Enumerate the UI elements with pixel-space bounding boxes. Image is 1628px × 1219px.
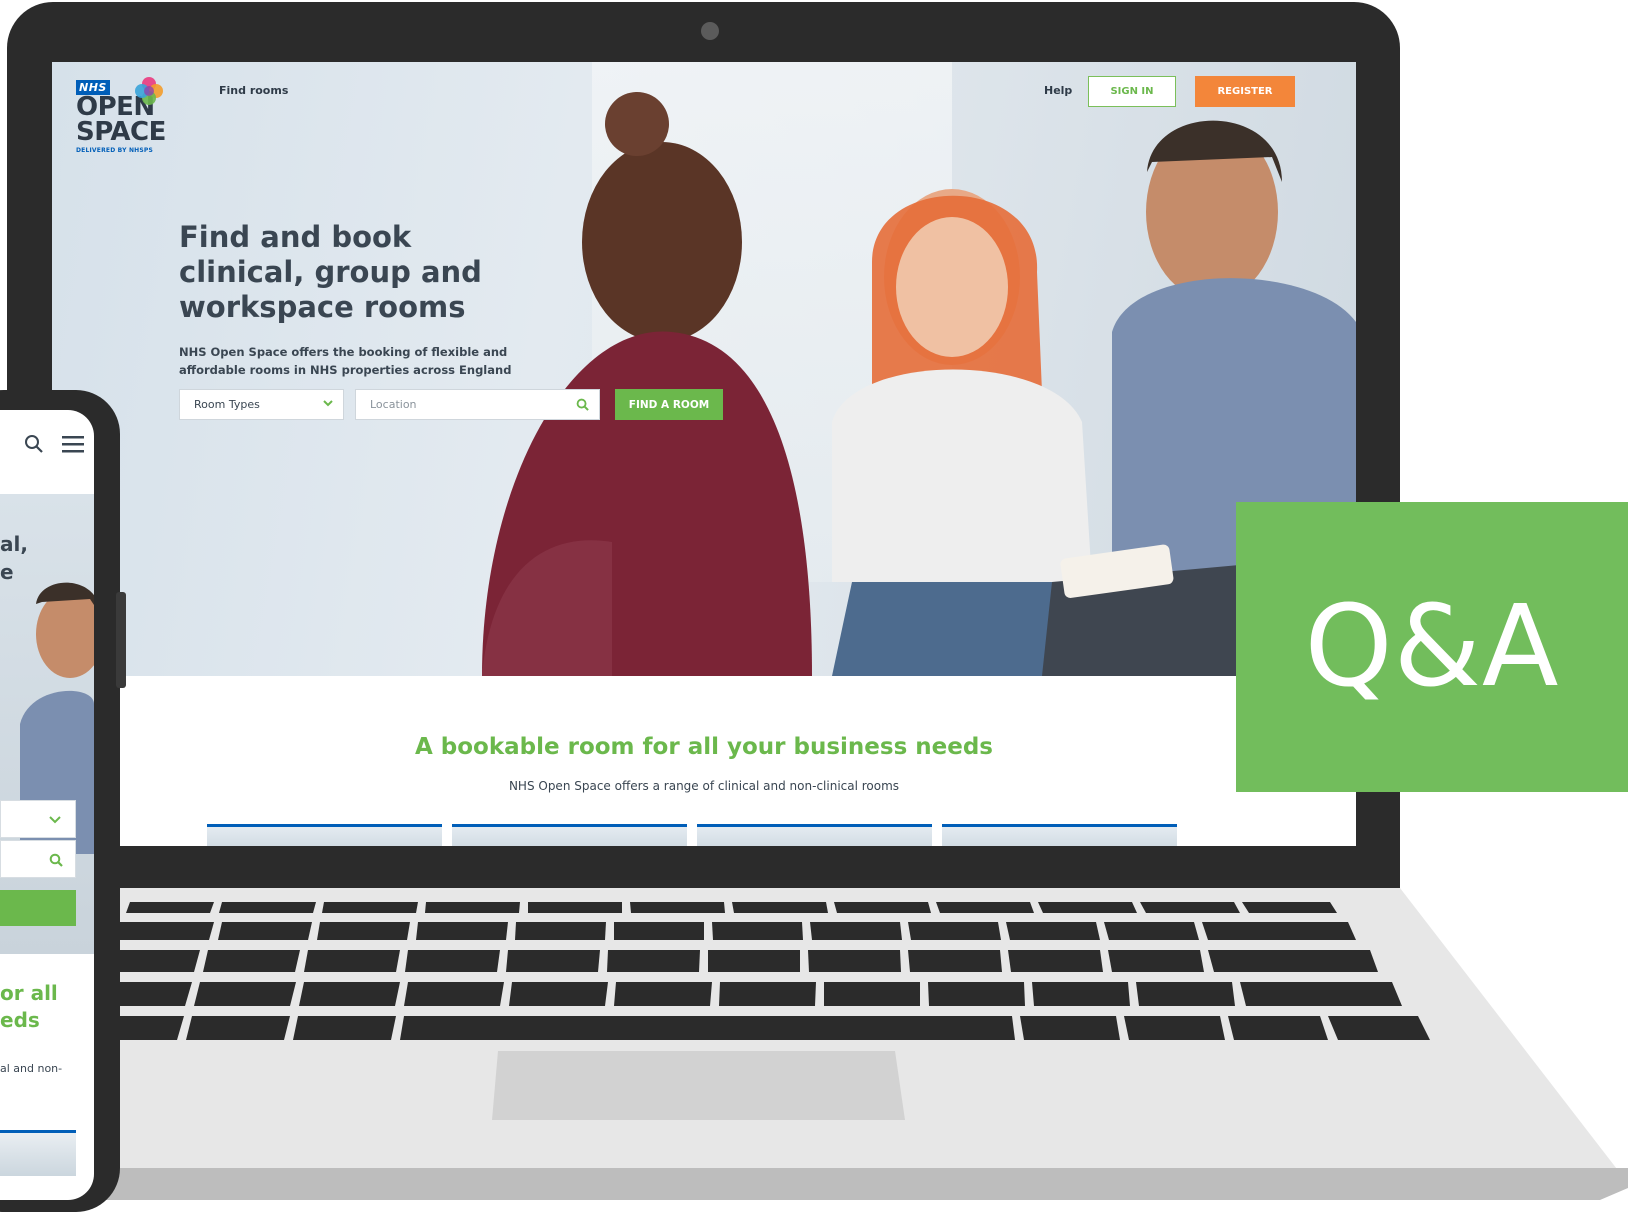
sign-in-button[interactable]: SIGN IN [1088,76,1176,107]
search-icon[interactable] [576,398,589,411]
phone-section-title-fragment: or all eds [0,980,58,1034]
logo-word-space: SPACE [76,117,166,147]
search-icon[interactable] [24,434,44,454]
menu-icon[interactable] [62,434,84,454]
phone-room-card-thumbnail[interactable] [0,1130,76,1176]
phone-hero [0,494,94,954]
nav-find-rooms[interactable]: Find rooms [219,84,288,97]
phone-hero-title-fragment: e [0,560,14,584]
logo-petal-icon [135,77,163,105]
logo-tagline: DELIVERED BY NHSPS [76,147,154,154]
hero-section: NHS OPEN SPACE DELIVERED BY NHSPS Find r… [52,62,1356,676]
room-card-thumbnail[interactable] [942,824,1177,846]
camera-icon [701,22,719,40]
phone-side-button [116,592,126,688]
keyboard-illustration [0,888,1628,1200]
location-input[interactable]: Location [355,389,600,420]
section-subtitle: NHS Open Space offers a range of clinica… [508,779,900,793]
phone-find-a-room-button[interactable] [0,890,76,926]
search-icon[interactable] [49,853,63,867]
hero-subtitle: NHS Open Space offers the booking of fle… [179,345,512,377]
register-button[interactable]: REGISTER [1195,76,1295,107]
qa-badge: Q&A [1236,502,1628,792]
room-card-thumbnail[interactable] [207,824,442,846]
nav-help[interactable]: Help [1044,84,1072,97]
phone-hero-title-fragment: al, [0,532,28,556]
laptop-screen: NHS OPEN SPACE DELIVERED BY NHSPS Find r… [52,62,1356,846]
phone-section-subtitle-fragment: al and non- [0,1062,63,1075]
open-space-logo[interactable]: NHS OPEN SPACE DELIVERED BY NHSPS [76,76,168,154]
room-card-thumbnail[interactable] [452,824,687,846]
hero-title: Find and book clinical, group and worksp… [179,220,482,324]
phone-section-line: eds [0,1008,40,1032]
chevron-down-icon [49,816,61,824]
find-a-room-button[interactable]: FIND A ROOM [615,389,723,420]
section-title: A bookable room for all your business ne… [414,734,994,760]
phone-screen: al, e or all eds al and non- [0,410,94,1200]
room-card-thumbnail[interactable] [697,824,932,846]
location-placeholder: Location [370,398,417,411]
phone-room-types-select[interactable] [0,800,76,838]
phone-location-input[interactable] [0,840,76,878]
phone-section-line: or all [0,981,58,1005]
laptop-keyboard-base [0,888,1628,1219]
chevron-down-icon [323,400,333,407]
room-types-label: Room Types [194,398,260,411]
room-types-select[interactable]: Room Types [179,389,344,420]
